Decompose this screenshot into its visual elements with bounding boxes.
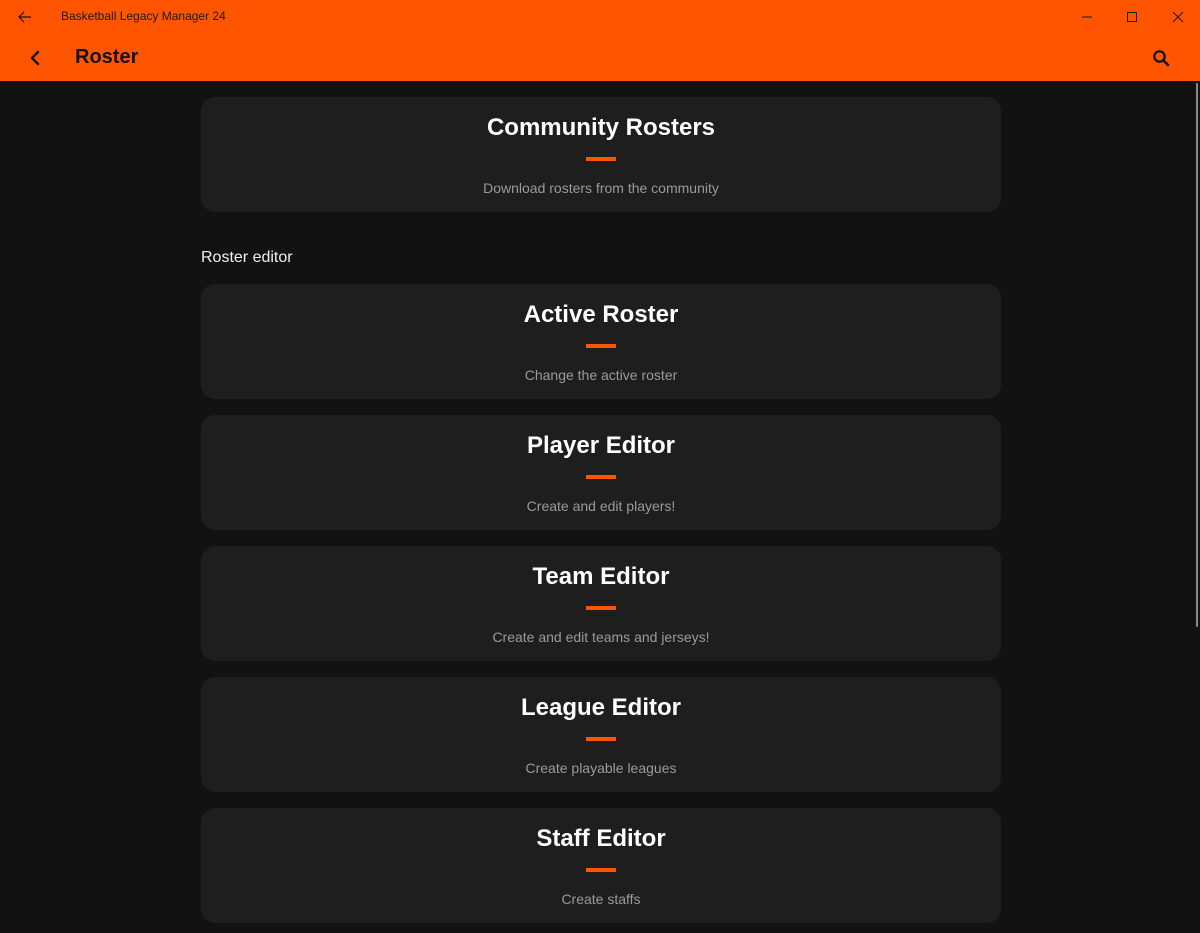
card-title: Community Rosters — [486, 114, 716, 141]
close-button[interactable] — [1155, 0, 1200, 34]
back-button[interactable] — [22, 45, 48, 71]
search-icon — [1153, 50, 1170, 67]
card-accent-bar — [586, 157, 616, 161]
minimize-button[interactable] — [1064, 0, 1110, 34]
card-accent-bar — [586, 868, 616, 872]
maximize-button[interactable] — [1109, 0, 1155, 34]
staff-editor-card[interactable]: Staff Editor Create staffs — [201, 808, 1001, 923]
card-title: Player Editor — [526, 432, 676, 459]
community-rosters-card[interactable]: Community Rosters Download rosters from … — [201, 97, 1001, 212]
arrow-left-icon — [18, 11, 31, 23]
search-button[interactable] — [1148, 45, 1174, 71]
league-editor-card[interactable]: League Editor Create playable leagues — [201, 677, 1001, 792]
card-accent-bar — [586, 344, 616, 348]
chevron-left-icon — [30, 50, 40, 66]
page-title: Roster — [75, 46, 139, 68]
close-icon — [1172, 11, 1184, 23]
vertical-scrollbar[interactable] — [1196, 83, 1198, 627]
card-accent-bar — [586, 737, 616, 741]
card-description: Create playable leagues — [525, 760, 677, 776]
active-roster-card[interactable]: Active Roster Change the active roster — [201, 284, 1001, 399]
card-title: Staff Editor — [536, 825, 666, 852]
card-accent-bar — [586, 606, 616, 610]
app-header: Roster — [0, 34, 1200, 81]
app-window: Basketball Legacy Manager 24 Roster Comm… — [0, 0, 1200, 933]
card-title: League Editor — [520, 694, 682, 721]
player-editor-card[interactable]: Player Editor Create and edit players! — [201, 415, 1001, 530]
card-description: Download rosters from the community — [483, 180, 719, 196]
card-title: Active Roster — [523, 301, 679, 328]
maximize-icon — [1127, 12, 1137, 22]
minimize-icon — [1082, 16, 1092, 18]
window-title: Basketball Legacy Manager 24 — [61, 9, 226, 23]
main-content: Community Rosters Download rosters from … — [0, 81, 1200, 933]
titlebar-back-button[interactable] — [14, 7, 36, 27]
card-accent-bar — [586, 475, 616, 479]
window-titlebar: Basketball Legacy Manager 24 — [0, 0, 1200, 34]
card-description: Create and edit players! — [526, 498, 676, 514]
card-description: Create and edit teams and jerseys! — [492, 629, 710, 645]
card-description: Change the active roster — [524, 367, 678, 383]
card-description: Create staffs — [561, 891, 641, 907]
team-editor-card[interactable]: Team Editor Create and edit teams and je… — [201, 546, 1001, 661]
card-title: Team Editor — [532, 563, 670, 590]
section-label: Roster editor — [201, 249, 293, 266]
